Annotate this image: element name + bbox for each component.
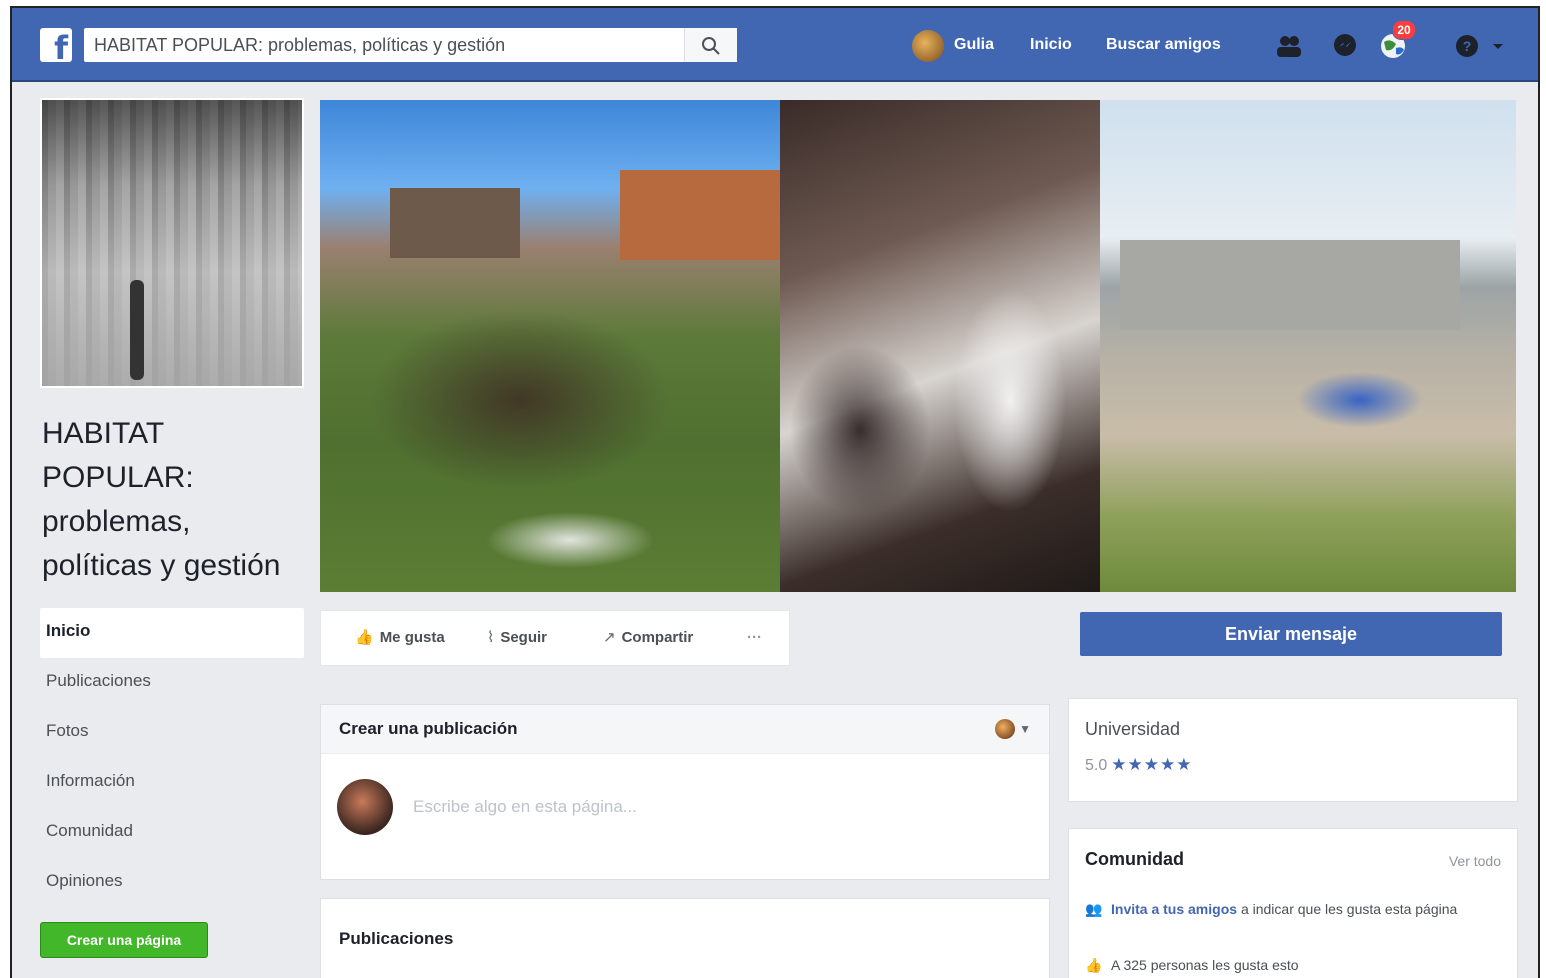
page-profile-picture[interactable] bbox=[40, 98, 304, 388]
community-title: Comunidad bbox=[1085, 849, 1184, 869]
share-button[interactable]: ↗ Compartir bbox=[603, 621, 693, 655]
post-as-avatar[interactable] bbox=[995, 719, 1015, 739]
nav-item-fotos[interactable]: Fotos bbox=[40, 708, 304, 758]
nav-item-informacion[interactable]: Información bbox=[40, 758, 304, 808]
invite-friends-row: 👥 Invita a tus amigos a indicar que les g… bbox=[1085, 899, 1505, 919]
find-friends-link[interactable]: Buscar amigos bbox=[1106, 32, 1221, 58]
composer-avatar bbox=[337, 779, 393, 835]
rss-icon: ⌇ bbox=[487, 629, 495, 646]
likes-count-text: A 325 personas les gusta esto bbox=[1111, 957, 1299, 973]
rating-value: 5.0 bbox=[1085, 757, 1108, 774]
follow-label: Seguir bbox=[500, 629, 548, 646]
invite-friends-link[interactable]: Invita a tus amigos bbox=[1111, 901, 1237, 917]
invite-friends-text: a indicar que les gusta esta página bbox=[1240, 901, 1458, 917]
send-message-button[interactable]: Enviar mensaje bbox=[1080, 612, 1502, 656]
share-arrow-icon: ↗ bbox=[603, 629, 616, 646]
page-action-bar: 👍 Me gusta ⌇ Seguir ↗ Compartir ··· bbox=[320, 610, 790, 666]
home-link[interactable]: Inicio bbox=[1030, 32, 1072, 58]
account-menu-caret-icon[interactable] bbox=[1490, 32, 1506, 60]
cover-roof bbox=[620, 170, 780, 260]
facebook-topbar: f HABITAT POPULAR: problemas, políticas … bbox=[12, 8, 1538, 82]
create-page-button[interactable]: Crear una página bbox=[40, 922, 208, 958]
chevron-down-icon[interactable]: ▼ bbox=[1019, 705, 1031, 753]
messages-icon[interactable] bbox=[1330, 32, 1360, 60]
posts-title: Publicaciones bbox=[339, 929, 454, 948]
post-composer-input[interactable]: Escribe algo en esta página... bbox=[413, 797, 637, 817]
likes-row: 👍 A 325 personas les gusta esto bbox=[1085, 955, 1505, 975]
about-card: Universidad 5.0 ★★★★★ bbox=[1068, 698, 1518, 802]
search-icon bbox=[702, 37, 720, 55]
posts-card: Publicaciones bbox=[320, 898, 1050, 978]
page-rating[interactable]: 5.0 ★★★★★ bbox=[1085, 755, 1192, 775]
cover-photo-construction bbox=[1100, 100, 1516, 592]
cover-photo[interactable] bbox=[320, 100, 1516, 592]
left-column: HABITAT POPULAR: problemas, políticas y … bbox=[40, 98, 304, 958]
nav-item-opiniones[interactable]: Opiniones bbox=[40, 858, 304, 908]
nav-item-publicaciones[interactable]: Publicaciones bbox=[40, 658, 304, 708]
thumbs-up-icon: 👍 bbox=[355, 629, 374, 646]
cover-house bbox=[390, 188, 520, 258]
create-post-header: Crear una publicación ▼ bbox=[321, 705, 1049, 754]
search-input[interactable]: HABITAT POPULAR: problemas, políticas y … bbox=[84, 28, 736, 62]
share-label: Compartir bbox=[621, 629, 694, 646]
help-icon[interactable]: ? bbox=[1452, 32, 1482, 60]
community-card: Comunidad Ver todo 👥 Invita a tus amigos … bbox=[1068, 828, 1518, 978]
people-icon: 👥 bbox=[1085, 901, 1103, 917]
user-avatar[interactable] bbox=[912, 30, 944, 62]
nav-item-comunidad[interactable]: Comunidad bbox=[40, 808, 304, 858]
more-options-button[interactable]: ··· bbox=[747, 621, 762, 655]
like-label: Me gusta bbox=[379, 629, 445, 646]
see-all-link[interactable]: Ver todo bbox=[1449, 853, 1501, 869]
nav-item-inicio[interactable]: Inicio bbox=[40, 608, 304, 658]
search-button[interactable] bbox=[684, 28, 737, 62]
browser-frame: f HABITAT POPULAR: problemas, políticas … bbox=[10, 6, 1540, 978]
notification-badge: 20 bbox=[1392, 20, 1416, 40]
page-title[interactable]: HABITAT POPULAR: problemas, políticas y … bbox=[40, 412, 304, 588]
thumbs-up-icon: 👍 bbox=[1085, 957, 1103, 973]
user-name-link[interactable]: Gulia bbox=[954, 32, 994, 58]
cover-photo-writing bbox=[780, 100, 1100, 592]
create-post-title: Crear una publicación bbox=[339, 719, 518, 738]
create-post-card: Crear una publicación ▼ Escribe algo en … bbox=[320, 704, 1050, 880]
follow-button[interactable]: ⌇ Seguir bbox=[487, 621, 547, 655]
page-category[interactable]: Universidad bbox=[1085, 719, 1180, 740]
like-page-button[interactable]: 👍 Me gusta bbox=[355, 621, 445, 655]
page-navigation: Inicio Publicaciones Fotos Información C… bbox=[40, 608, 304, 908]
facebook-logo-icon[interactable]: f bbox=[40, 28, 72, 62]
rating-stars-icon: ★★★★★ bbox=[1111, 755, 1193, 774]
friend-requests-icon[interactable] bbox=[1274, 32, 1304, 60]
cover-photo-meeting bbox=[320, 100, 780, 592]
svg-text:?: ? bbox=[1463, 38, 1472, 54]
profile-picture-figure bbox=[130, 280, 144, 380]
cover-building bbox=[1120, 240, 1460, 330]
